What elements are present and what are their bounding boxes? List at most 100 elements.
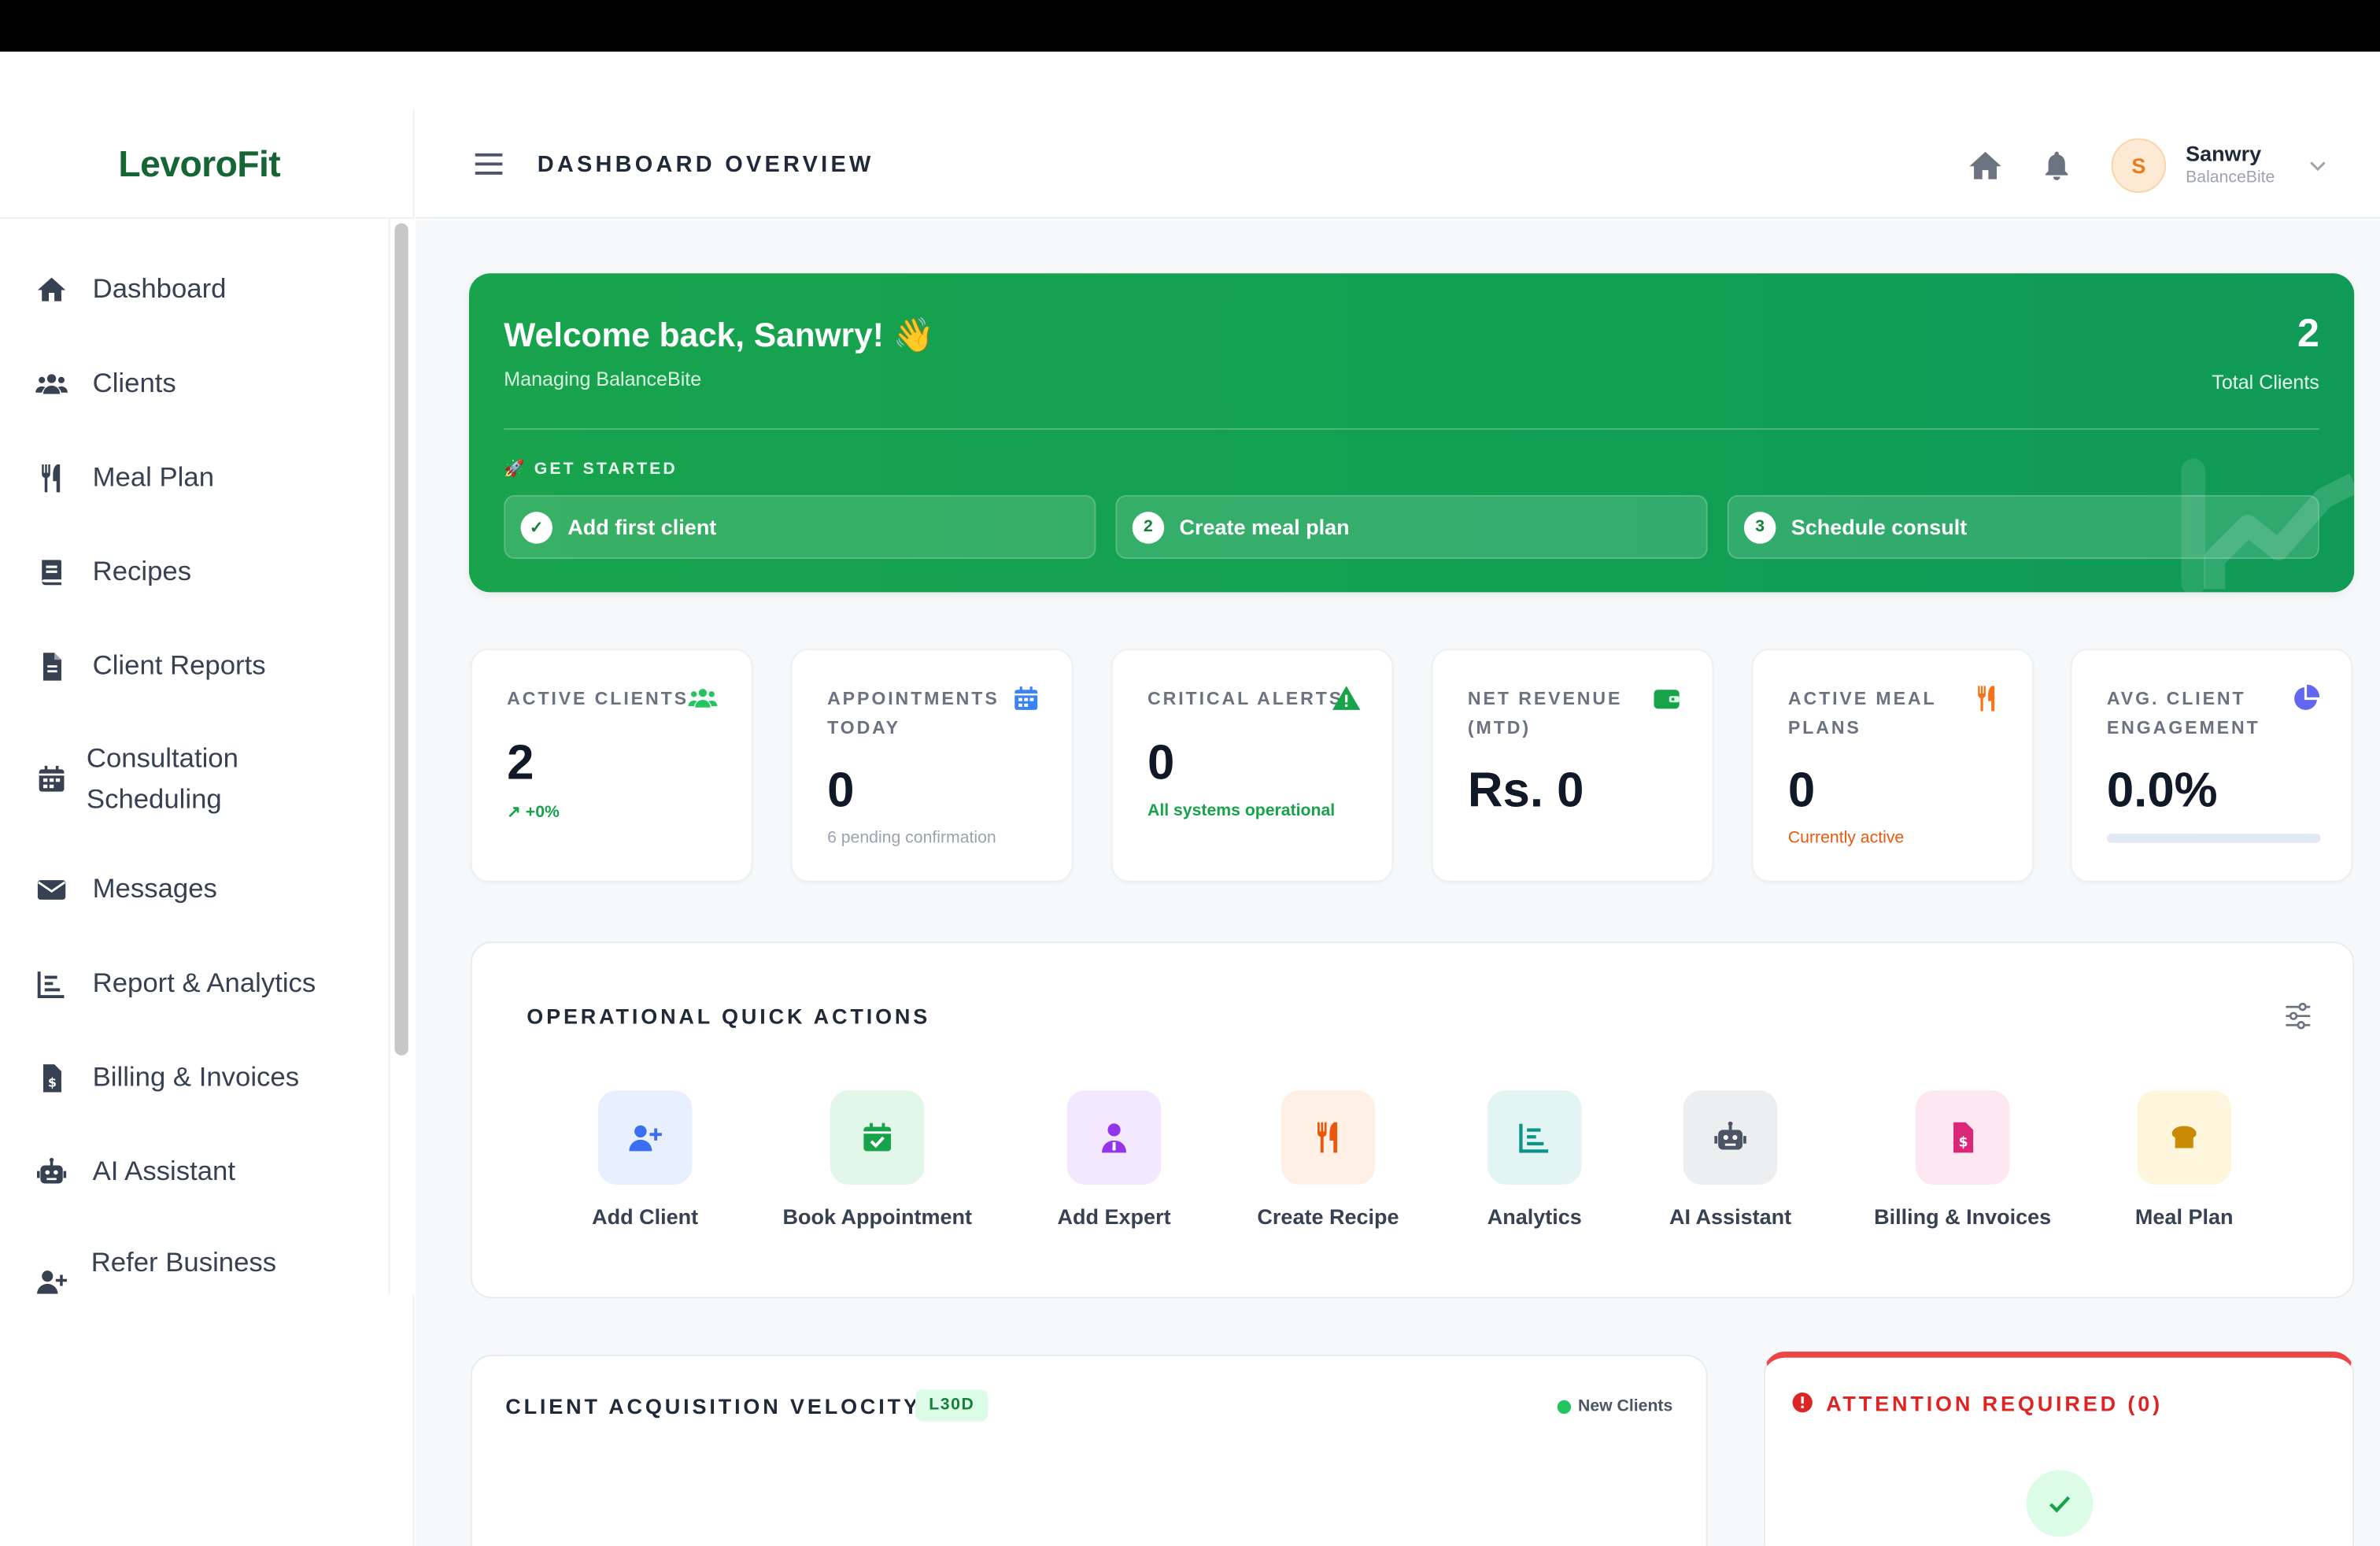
quick-action-book-appointment[interactable]: Book Appointment	[756, 1090, 999, 1229]
invoice-icon: $	[33, 1060, 69, 1096]
sidebar: Dashboard Clients Meal Plan Recipes Clie…	[0, 219, 390, 1294]
quick-action-add-expert[interactable]: Add Expert	[992, 1090, 1236, 1229]
sidebar-item-label: Refer Business	[91, 1246, 277, 1278]
user-plus-icon	[33, 1263, 69, 1294]
sliders-icon[interactable]	[2283, 1000, 2314, 1031]
pie-chart-icon	[2294, 684, 2320, 710]
quick-action-meal-plan[interactable]: Meal Plan	[2063, 1090, 2306, 1229]
sidebar-item-label: Dashboard	[92, 273, 227, 304]
invoice-icon: $	[1953, 1122, 1974, 1153]
app-logo[interactable]: LevoroFit	[118, 144, 280, 187]
legend-label: New Clients	[1578, 1396, 1673, 1416]
quick-actions-title: OPERATIONAL QUICK ACTIONS	[527, 1004, 931, 1029]
user-name[interactable]: Sanwry	[2186, 141, 2261, 165]
sidebar-item-label: Consultation Scheduling	[86, 742, 238, 815]
sidebar-item-label: Report & Analytics	[92, 967, 316, 998]
sidebar-item-meal-plan[interactable]: Meal Plan	[33, 457, 214, 498]
sidebar-item-client-reports[interactable]: Client Reports	[33, 645, 266, 686]
quick-action-label: AI Assistant	[1669, 1204, 1792, 1229]
users-icon	[688, 689, 718, 708]
stat-card-avg-client-engagement[interactable]: AVG. CLIENT ENGAGEMENT 0.0%	[2070, 648, 2353, 882]
sidebar-item-dashboard[interactable]: Dashboard	[33, 268, 226, 309]
stat-label: ACTIVE MEAL PLANS	[1787, 687, 1937, 738]
envelope-icon	[33, 871, 69, 907]
utensils-icon	[1317, 1122, 1338, 1153]
quick-action-label: Meal Plan	[2134, 1204, 2234, 1229]
step-add-first-client[interactable]: ✓ Add first client	[504, 494, 1096, 559]
file-icon	[33, 648, 69, 684]
sidebar-item-label: AI Assistant	[92, 1156, 236, 1186]
sidebar-item-clients[interactable]: Clients	[33, 363, 176, 404]
robot-icon	[1714, 1121, 1746, 1150]
step-create-meal-plan[interactable]: 2 Create meal plan	[1115, 494, 1708, 559]
stat-label: ACTIVE CLIENTS	[507, 687, 689, 709]
sidebar-item-label: Meal Plan	[92, 461, 215, 493]
chevron-down-icon	[2310, 161, 2326, 172]
stat-card-active-meal-plans[interactable]: ACTIVE MEAL PLANS 0 Currently active	[1751, 648, 2034, 882]
sidebar-item-label: Messages	[92, 873, 217, 904]
sidebar-scroll-thumb[interactable]	[394, 223, 408, 1056]
quick-action-add-client[interactable]: Add Client	[523, 1090, 767, 1229]
stat-label: CRITICAL ALERTS	[1147, 687, 1344, 709]
sidebar-item-refer-business[interactable]: Refer Business	[33, 1242, 276, 1294]
quick-action-label: Add Expert	[1057, 1204, 1171, 1229]
wallet-icon	[1654, 690, 1680, 709]
warning-icon	[1332, 686, 1361, 710]
stat-note: Currently active	[1787, 829, 1905, 848]
avatar[interactable]: S	[2111, 138, 2167, 194]
check-icon	[2049, 1496, 2071, 1513]
client-acquisition-card: CLIENT ACQUISITION VELOCITY L30D New Cli…	[470, 1354, 1708, 1546]
quick-action-billing-invoices[interactable]: $ Billing & Invoices	[1841, 1090, 2084, 1229]
stat-value: 0.0%	[2106, 762, 2218, 817]
attention-title: ATTENTION REQUIRED (0)	[1826, 1391, 2163, 1416]
quick-action-icon-box	[1683, 1090, 1778, 1185]
quick-action-label: Add Client	[592, 1204, 699, 1229]
menu-toggle-button[interactable]	[475, 152, 506, 176]
step-check-badge: ✓	[520, 511, 552, 543]
calendar-check-icon	[863, 1123, 892, 1152]
stat-label: APPOINTMENTS TODAY	[827, 687, 1000, 738]
notifications-button[interactable]	[2040, 147, 2073, 183]
velocity-title: CLIENT ACQUISITION VELOCITY	[505, 1394, 921, 1418]
quick-action-icon-box: $	[1915, 1090, 2010, 1185]
sidebar-item-consultation-scheduling[interactable]: Consultation Scheduling	[33, 738, 314, 820]
trend-chart-icon	[2181, 458, 2355, 593]
quick-action-ai-assistant[interactable]: AI Assistant	[1609, 1090, 1852, 1229]
stat-label: NET REVENUE (MTD)	[1467, 687, 1623, 738]
bell-icon	[2046, 151, 2068, 180]
stat-value: Rs. 0	[1467, 762, 1584, 817]
quick-action-icon-box	[1281, 1090, 1376, 1185]
step-number-badge: 3	[1743, 511, 1776, 543]
total-clients-count: 2	[2297, 309, 2319, 356]
robot-icon	[33, 1153, 69, 1189]
header-home-button[interactable]	[1967, 147, 2003, 183]
stat-label: AVG. CLIENT ENGAGEMENT	[2106, 687, 2260, 738]
stat-card-active-clients[interactable]: ACTIVE CLIENTS 2 ↗ +0%	[470, 648, 753, 882]
svg-text:$: $	[48, 1074, 57, 1089]
sidebar-divider	[388, 218, 390, 1294]
stat-card-critical-alerts[interactable]: CRITICAL ALERTS 0 All systems operationa…	[1111, 648, 1394, 882]
quick-action-label: Book Appointment	[782, 1204, 972, 1229]
window-top-bar	[0, 0, 2380, 52]
alert-circle-icon	[1792, 1393, 1813, 1413]
home-icon	[1969, 151, 2001, 179]
chart-legend: New Clients	[1557, 1397, 1672, 1415]
sidebar-item-ai-assistant[interactable]: AI Assistant	[33, 1151, 235, 1192]
stat-trend: ↗ +0%	[507, 803, 560, 822]
stat-card-appointments-today[interactable]: APPOINTMENTS TODAY 0 6 pending confirmat…	[790, 648, 1074, 882]
calendar-icon	[1014, 686, 1038, 710]
sidebar-item-label: Client Reports	[92, 649, 266, 681]
sidebar-item-report-analytics[interactable]: Report & Analytics	[33, 963, 316, 1004]
stat-value: 0	[1147, 734, 1175, 790]
quick-action-icon-box	[830, 1090, 925, 1185]
quick-action-icon-box	[1066, 1090, 1162, 1185]
sidebar-item-recipes[interactable]: Recipes	[33, 551, 191, 592]
stat-card-net-revenue[interactable]: NET REVENUE (MTD) Rs. 0	[1431, 648, 1714, 882]
user-menu-button[interactable]	[2307, 155, 2328, 176]
step-label: Create meal plan	[1179, 515, 1350, 539]
sidebar-item-label: Recipes	[92, 556, 192, 586]
stat-note: All systems operational	[1147, 801, 1336, 820]
sidebar-item-billing-invoices[interactable]: $ Billing & Invoices	[33, 1057, 299, 1098]
sidebar-item-messages[interactable]: Messages	[33, 869, 217, 910]
welcome-title: Welcome back, Sanwry! 👋	[504, 316, 935, 354]
